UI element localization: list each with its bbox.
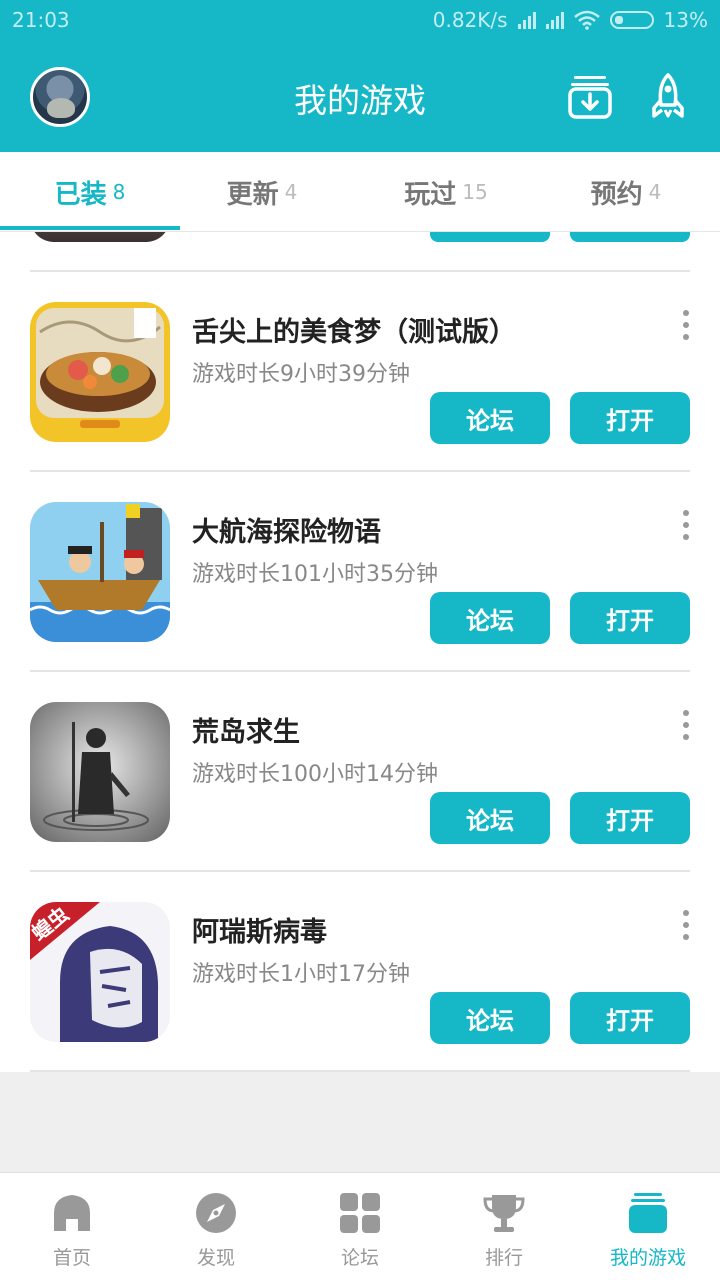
nav-item-my-games[interactable]: 我的游戏 — [576, 1173, 720, 1280]
wifi-icon — [573, 10, 600, 30]
food-game-icon[interactable] — [30, 302, 170, 442]
game-playtime: 游戏时长101小时35分钟 — [192, 562, 438, 587]
signal-icon — [517, 11, 536, 29]
net-speed: 0.82K/s — [432, 8, 508, 32]
tab-label: 已装 — [54, 179, 107, 210]
game-playtime: 游戏时长1小时17分钟 — [192, 962, 410, 987]
more-options-icon[interactable] — [676, 910, 696, 940]
tab-label: 更新 — [226, 179, 279, 210]
game-name: 大航海探险物语 — [192, 517, 381, 548]
nav-item-forum[interactable]: 论坛 — [288, 1173, 432, 1280]
home-icon — [54, 1195, 90, 1231]
status-bar: 21:03 0.82K/s 13% — [0, 0, 720, 42]
forum-button[interactable]: 论坛 — [430, 392, 550, 444]
tab-played[interactable]: 玩过 15 — [356, 152, 536, 232]
game-playtime: 游戏时长9小时39分钟 — [192, 362, 410, 387]
forum-button[interactable]: 论坛 — [430, 592, 550, 644]
battery-icon — [609, 11, 654, 29]
more-options-icon[interactable] — [676, 510, 696, 540]
list-item[interactable]: 蝗虫 阿瑞斯病毒 游戏时长1小时17分钟 论坛 打开 — [0, 872, 720, 1072]
tab-count: 8 — [112, 180, 126, 204]
nav-label: 发现 — [196, 1247, 235, 1269]
list-item[interactable]: 舌尖上的美食梦（测试版） 游戏时长9小时39分钟 论坛 打开 — [0, 272, 720, 472]
nav-item-discover[interactable]: 发现 — [144, 1173, 288, 1280]
game-playtime: 游戏时长100小时14分钟 — [192, 762, 438, 787]
tab-count: 4 — [648, 180, 662, 204]
tab-updates[interactable]: 更新 4 — [172, 152, 352, 232]
open-button[interactable]: 打开 — [570, 792, 690, 844]
nav-label: 首页 — [52, 1247, 91, 1269]
game-name: 舌尖上的美食梦（测试版） — [192, 317, 516, 348]
open-button[interactable] — [570, 232, 690, 242]
trophy-icon — [483, 1195, 525, 1232]
open-button[interactable]: 打开 — [570, 992, 690, 1044]
list-item[interactable]: 大航海探险物语 游戏时长101小时35分钟 论坛 打开 — [0, 472, 720, 672]
tab-label: 玩过 — [404, 179, 457, 210]
forum-button[interactable]: 论坛 — [430, 792, 550, 844]
tab-count: 4 — [284, 180, 298, 204]
forum-button[interactable]: 论坛 — [430, 992, 550, 1044]
survivor-icon[interactable] — [30, 702, 170, 842]
game-name: 荒岛求生 — [192, 717, 300, 748]
tab-count: 15 — [462, 180, 488, 204]
forum-button[interactable] — [430, 232, 550, 242]
bottom-nav: 首页 发现 论坛 排行 我的游戏 — [0, 1172, 720, 1280]
more-options-icon[interactable] — [676, 710, 696, 740]
signal-icon — [545, 11, 564, 29]
status-time: 21:03 — [12, 8, 70, 32]
open-button[interactable]: 打开 — [570, 392, 690, 444]
nav-label: 排行 — [484, 1247, 523, 1269]
rocket-icon[interactable] — [644, 72, 692, 120]
compass-icon — [196, 1193, 236, 1233]
list-item[interactable]: 荒岛求生 游戏时长100小时14分钟 论坛 打开 — [0, 672, 720, 872]
more-options-icon[interactable] — [676, 310, 696, 340]
tab-label: 预约 — [590, 179, 643, 210]
nav-label: 论坛 — [340, 1247, 379, 1269]
battery-level: 13% — [663, 8, 708, 32]
stack-icon — [629, 1193, 667, 1233]
open-button[interactable]: 打开 — [570, 592, 690, 644]
tab-indicator — [0, 226, 180, 230]
tab-bar: 已装 8 更新 4 玩过 15 预约 4 — [0, 152, 720, 232]
nav-item-home[interactable]: 首页 — [0, 1173, 144, 1280]
divider — [30, 1070, 690, 1072]
nav-label: 我的游戏 — [609, 1247, 686, 1269]
tab-reserved[interactable]: 预约 4 — [536, 152, 716, 232]
tab-installed[interactable]: 已装 8 — [0, 152, 180, 232]
game-icon[interactable] — [30, 232, 170, 242]
ares-virus-icon[interactable]: 蝗虫 — [30, 902, 170, 1042]
nav-item-ranking[interactable]: 排行 — [432, 1173, 576, 1280]
game-name: 阿瑞斯病毒 — [192, 917, 327, 948]
pirate-ship-icon[interactable] — [30, 502, 170, 642]
game-list[interactable]: 舌尖上的美食梦（测试版） 游戏时长9小时39分钟 论坛 打开 大航海探险物语 游… — [0, 232, 720, 1072]
app-header: 21:03 0.82K/s 13% 我的游戏 — [0, 0, 720, 152]
download-icon[interactable] — [566, 72, 614, 120]
status-indicators: 0.82K/s 13% — [433, 8, 708, 32]
grid-icon — [340, 1193, 380, 1233]
